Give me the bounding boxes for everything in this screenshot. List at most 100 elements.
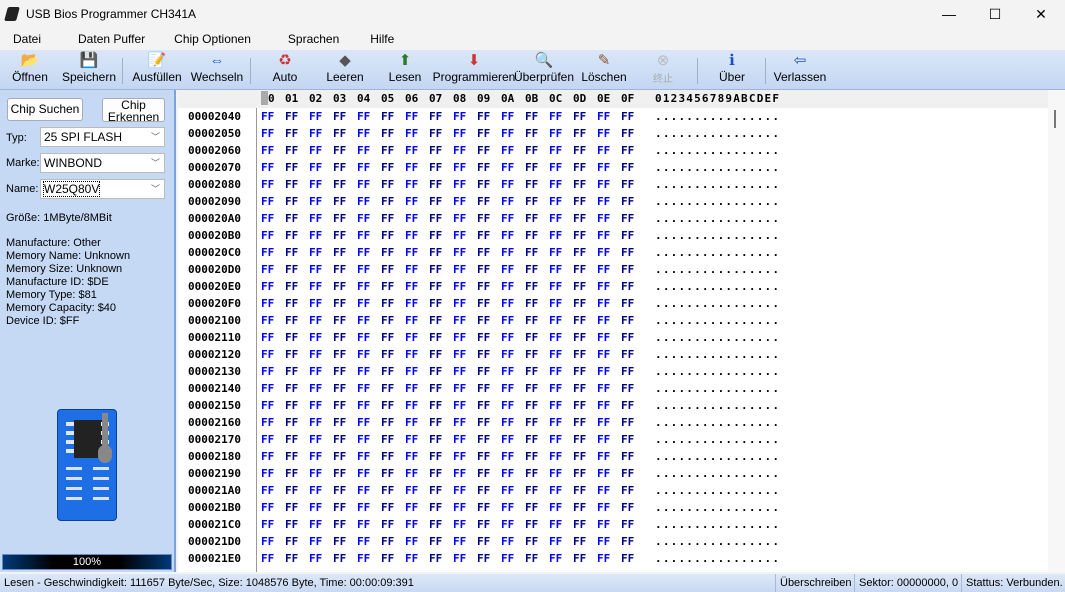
close-button[interactable]: ✕ — [1018, 0, 1064, 28]
hex-byte[interactable]: FF — [333, 195, 346, 208]
hex-byte[interactable]: FF — [501, 535, 514, 548]
hex-byte[interactable]: FF — [501, 297, 514, 310]
hex-byte[interactable]: FF — [501, 518, 514, 531]
hex-byte[interactable]: FF — [501, 484, 514, 497]
hex-byte[interactable]: FF — [597, 297, 610, 310]
hex-byte[interactable]: FF — [501, 416, 514, 429]
row-ascii[interactable]: ................ — [655, 552, 780, 565]
hex-byte[interactable]: FF — [549, 280, 562, 293]
hex-byte[interactable]: FF — [477, 382, 490, 395]
hex-byte[interactable]: FF — [621, 518, 634, 531]
hex-byte[interactable]: FF — [597, 195, 610, 208]
hex-byte[interactable]: FF — [525, 535, 538, 548]
hex-byte[interactable]: FF — [525, 144, 538, 157]
hex-byte[interactable]: FF — [525, 552, 538, 565]
hex-byte[interactable]: FF — [261, 552, 274, 565]
hex-byte[interactable]: FF — [381, 280, 394, 293]
hex-byte[interactable]: FF — [285, 484, 298, 497]
hex-byte[interactable]: FF — [285, 144, 298, 157]
hex-byte[interactable]: FF — [429, 416, 442, 429]
hex-byte[interactable]: FF — [261, 246, 274, 259]
hex-byte[interactable]: FF — [621, 212, 634, 225]
hex-byte[interactable]: FF — [597, 484, 610, 497]
hex-byte[interactable]: FF — [405, 484, 418, 497]
hex-byte[interactable]: FF — [453, 297, 466, 310]
marke-select[interactable]: WINBOND ﹀ — [40, 153, 165, 173]
hex-byte[interactable]: FF — [573, 246, 586, 259]
hex-byte[interactable]: FF — [285, 535, 298, 548]
hex-byte[interactable]: FF — [405, 229, 418, 242]
hex-byte[interactable]: FF — [405, 467, 418, 480]
hex-byte[interactable]: FF — [525, 178, 538, 191]
hex-byte[interactable]: FF — [309, 433, 322, 446]
hex-byte[interactable]: FF — [621, 467, 634, 480]
hex-byte[interactable]: FF — [405, 552, 418, 565]
hex-byte[interactable]: FF — [549, 348, 562, 361]
hex-byte[interactable]: FF — [429, 399, 442, 412]
row-ascii[interactable]: ................ — [655, 433, 780, 446]
hex-byte[interactable]: FF — [333, 552, 346, 565]
hex-byte[interactable]: FF — [573, 348, 586, 361]
hex-byte[interactable]: FF — [501, 331, 514, 344]
hex-byte[interactable]: FF — [285, 161, 298, 174]
hex-byte[interactable]: FF — [549, 416, 562, 429]
hex-byte[interactable]: FF — [261, 280, 274, 293]
hex-byte[interactable]: FF — [549, 433, 562, 446]
row-ascii[interactable]: ................ — [655, 229, 780, 242]
hex-byte[interactable]: FF — [357, 501, 370, 514]
hex-byte[interactable]: FF — [333, 127, 346, 140]
hex-byte[interactable]: FF — [357, 399, 370, 412]
hex-byte[interactable]: FF — [477, 280, 490, 293]
hex-byte[interactable]: FF — [381, 144, 394, 157]
hex-byte[interactable]: FF — [285, 127, 298, 140]
hex-byte[interactable]: FF — [525, 450, 538, 463]
hex-byte[interactable]: FF — [477, 552, 490, 565]
hex-byte[interactable]: FF — [261, 212, 274, 225]
chip-erkennen-button[interactable]: Chip Erkennen — [102, 98, 165, 123]
hex-byte[interactable]: FF — [357, 280, 370, 293]
hex-byte[interactable]: FF — [453, 280, 466, 293]
hex-byte[interactable]: FF — [501, 280, 514, 293]
hex-byte[interactable]: FF — [597, 280, 610, 293]
row-ascii[interactable]: ................ — [655, 161, 780, 174]
menu-sprachen[interactable]: Sprachen — [275, 32, 339, 46]
menu-daten-puffer[interactable]: Daten Puffer — [65, 32, 145, 46]
hex-byte[interactable]: FF — [261, 161, 274, 174]
hex-byte[interactable]: FF — [597, 382, 610, 395]
hex-byte[interactable]: FF — [357, 161, 370, 174]
hex-byte[interactable]: FF — [453, 382, 466, 395]
hex-byte[interactable]: FF — [525, 467, 538, 480]
hex-byte[interactable]: FF — [477, 467, 490, 480]
hex-byte[interactable]: FF — [501, 399, 514, 412]
hex-byte[interactable]: FF — [405, 314, 418, 327]
hex-byte[interactable]: FF — [285, 433, 298, 446]
hex-byte[interactable]: FF — [429, 110, 442, 123]
hex-byte[interactable]: FF — [405, 433, 418, 446]
row-ascii[interactable]: ................ — [655, 127, 780, 140]
hex-byte[interactable]: FF — [285, 552, 298, 565]
hex-byte[interactable]: FF — [309, 348, 322, 361]
hex-byte[interactable]: FF — [429, 229, 442, 242]
hex-byte[interactable]: FF — [501, 552, 514, 565]
hex-byte[interactable]: FF — [549, 484, 562, 497]
hex-byte[interactable]: FF — [501, 450, 514, 463]
hex-byte[interactable]: FF — [573, 297, 586, 310]
hex-byte[interactable]: FF — [621, 229, 634, 242]
hex-byte[interactable]: FF — [381, 416, 394, 429]
hex-byte[interactable]: FF — [621, 365, 634, 378]
hex-byte[interactable]: FF — [429, 297, 442, 310]
hex-byte[interactable]: FF — [285, 518, 298, 531]
hex-byte[interactable]: FF — [549, 365, 562, 378]
hex-byte[interactable]: FF — [261, 297, 274, 310]
hex-byte[interactable]: FF — [525, 229, 538, 242]
hex-byte[interactable]: FF — [549, 229, 562, 242]
hex-byte[interactable]: FF — [381, 246, 394, 259]
hex-byte[interactable]: FF — [381, 484, 394, 497]
hex-byte[interactable]: FF — [549, 314, 562, 327]
hex-byte[interactable]: FF — [525, 501, 538, 514]
hex-byte[interactable]: FF — [429, 212, 442, 225]
hex-byte[interactable]: FF — [357, 365, 370, 378]
hex-byte[interactable]: FF — [453, 144, 466, 157]
hex-byte[interactable]: FF — [597, 535, 610, 548]
hex-byte[interactable]: FF — [357, 246, 370, 259]
